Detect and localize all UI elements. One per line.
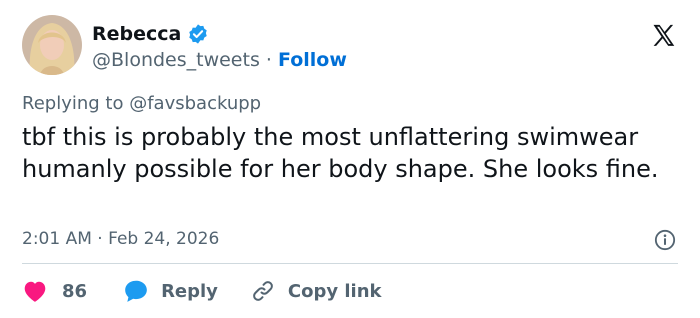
like-button[interactable]: 86 [22, 279, 87, 303]
like-count: 86 [62, 280, 88, 302]
link-icon [253, 281, 273, 301]
replying-to: Replying to @favsbackupp [22, 92, 261, 116]
heart-icon [24, 281, 46, 302]
replying-prefix: Replying to [22, 93, 124, 114]
reply-button[interactable]: Reply [123, 279, 218, 303]
reply-bubble-icon [125, 280, 147, 302]
timestamp-separator: · [97, 229, 103, 249]
follow-button[interactable]: Follow [278, 49, 347, 71]
author-name-row: Rebecca [92, 22, 209, 46]
tweet-time: 2:01 AM [22, 229, 92, 249]
handle-separator: · [265, 49, 272, 71]
copy-link-button[interactable]: Copy link [250, 279, 382, 303]
tweet-date: Feb 24, 2026 [108, 229, 220, 249]
verified-badge-icon [189, 24, 208, 44]
replying-target-handle[interactable]: @favsbackupp [129, 93, 261, 114]
tweet-text: tbf this is probably the most unflatteri… [22, 123, 659, 183]
reply-label: Reply [161, 280, 218, 302]
action-bar: 86 Reply Copy link [22, 277, 382, 305]
author-handle-row: @Blondes_tweets · Follow [92, 48, 347, 72]
divider [22, 263, 678, 264]
copy-link-label: Copy link [287, 280, 382, 302]
author-name[interactable]: Rebecca [92, 22, 181, 46]
author-handle[interactable]: @Blondes_tweets [92, 49, 260, 71]
x-logo-icon[interactable] [650, 22, 678, 50]
avatar[interactable] [22, 15, 82, 75]
avatar-image [22, 15, 82, 75]
info-icon[interactable] [654, 229, 676, 251]
tweet-timestamp[interactable]: 2:01 AM · Feb 24, 2026 [22, 228, 219, 250]
